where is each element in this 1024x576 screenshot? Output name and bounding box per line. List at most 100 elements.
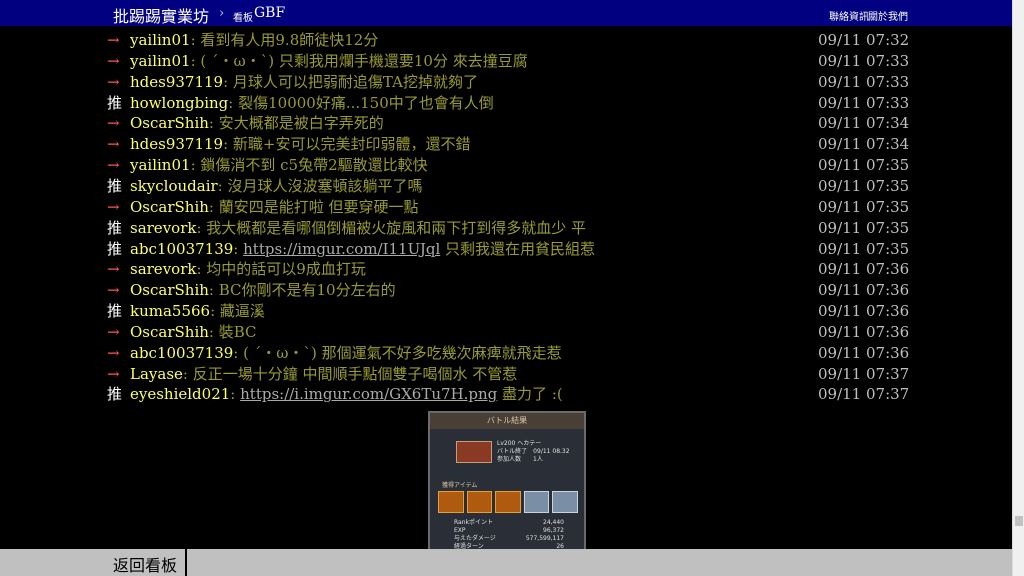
stat-value: 96,372 — [543, 527, 564, 534]
top-bar: 批踢踢實業坊 › 看板 GBF 聯絡資訊 關於我們 — [0, 0, 1012, 26]
reward-items — [438, 491, 578, 513]
push-userid: yailin01: 看到有人用9.8師徒快12分 — [130, 30, 378, 51]
push-datetime: 09/11 07:35 — [818, 176, 910, 195]
push-row: → yailin01: 看到有人用9.8師徒快12分 09/11 07:32 — [107, 30, 917, 51]
stat-row: Rankポイント 24,440 — [454, 519, 564, 527]
push-row: → hdes937119: 新職+安可以完美封印弱體，還不錯 09/11 07:34 — [107, 134, 917, 155]
scrollbar-thumb[interactable] — [1015, 516, 1023, 526]
preview-stats: Rankポイント 24,440 EXP 96,372 与えたダメージ 577,599,… — [454, 519, 564, 549]
push-userid: hdes937119: 月球人可以把弱耐追傷TA挖掉就夠了 — [130, 72, 478, 93]
push-arrow-tag: → — [107, 364, 120, 383]
push-content: : 蘭安四是能打啦 但要穿硬一點 — [208, 197, 419, 216]
board-name-link[interactable]: GBF — [254, 5, 285, 21]
vertical-scrollbar[interactable] — [1012, 0, 1024, 576]
push-up-tag: 推 — [107, 239, 123, 258]
push-content: : BC你剛不是有10分左右的 — [208, 281, 396, 300]
push-username: OscarShih — [130, 197, 209, 216]
site-logo-link[interactable]: 批踢踢實業坊 — [113, 3, 209, 27]
push-content: : 鎖傷消不到 c5兔帶2驅散還比較快 — [190, 156, 428, 175]
push-datetime: 09/11 07:36 — [818, 302, 910, 321]
push-userid: abc10037139: https://imgur.com/I11UJql 只… — [130, 239, 595, 260]
push-row: 推 eyeshield021: https://i.imgur.com/GX6Tu… — [107, 384, 917, 405]
bottom-bar: 返回看板 — [0, 549, 1012, 576]
push-userid: sarevork: 我大概都是看哪個倒楣被火旋風和兩下打到得多就血少 平 — [130, 218, 586, 239]
push-datetime: 09/11 07:37 — [818, 364, 910, 383]
push-arrow-tag: → — [107, 114, 120, 133]
push-row: → OscarShih: BC你剛不是有10分左右的 09/11 07:36 — [107, 280, 917, 301]
preview-info-line: Lv200 ヘカテー — [497, 440, 542, 447]
push-row: 推 sarevork: 我大概都是看哪個倒楣被火旋風和兩下打到得多就血少 平 09/… — [107, 218, 917, 239]
reward-item-icon — [466, 491, 493, 513]
push-username: sarevork — [130, 218, 197, 237]
push-content: : 藏逼溪 — [210, 302, 265, 321]
push-row: 推 kuma5566: 藏逼溪 09/11 07:36 — [107, 301, 917, 322]
image-preview[interactable]: バトル結果 Lv200 ヘカテー バトル終了 09/11 08.32 参加人数 … — [428, 411, 586, 551]
push-arrow-tag: → — [107, 31, 120, 49]
push-row: 推 abc10037139: https://imgur.com/I11UJql … — [107, 239, 917, 260]
push-content: : 均中的話可以9成血打玩 — [196, 260, 366, 279]
push-username: kuma5566 — [130, 302, 211, 321]
board-label: 看板 — [233, 13, 253, 24]
push-arrow-tag: → — [107, 51, 120, 70]
push-datetime: 09/11 07:35 — [818, 197, 910, 216]
push-datetime: 09/11 07:36 — [818, 260, 910, 279]
push-link[interactable]: https://i.imgur.com/GX6Tu7H.png — [240, 385, 497, 403]
push-arrow-tag: → — [107, 135, 120, 154]
push-row: → OscarShih: 安大概都是被白字弄死的 09/11 07:34 — [107, 113, 917, 134]
push-username: hdes937119 — [130, 72, 224, 91]
push-datetime: 09/11 07:36 — [818, 322, 910, 341]
push-datetime: 09/11 07:36 — [818, 281, 910, 300]
push-content: : 看到有人用9.8師徒快12分 — [190, 31, 379, 49]
preview-info: Lv200 ヘカテー バトル終了 09/11 08.32 参加人数 1人 — [497, 440, 570, 464]
push-content: : 裂傷10000好痛...150中了也會有人倒 — [228, 93, 494, 112]
push-username: OscarShih — [130, 322, 209, 341]
push-row: 推 skycloudair: 沒月球人沒波塞頓該躺平了嗎 09/11 07:35 — [107, 176, 917, 197]
contact-link[interactable]: 聯絡資訊 — [829, 8, 869, 23]
push-content: : 反正一場十分鐘 中間順手點個雙子喝個水 不管惹 — [182, 364, 518, 383]
about-link[interactable]: 關於我們 — [868, 8, 908, 23]
push-userid: kuma5566: 藏逼溪 — [130, 301, 265, 322]
reward-item-icon — [438, 491, 464, 513]
bottom-separator — [185, 549, 187, 576]
push-userid: eyeshield021: https://i.imgur.com/GX6Tu7… — [130, 384, 563, 405]
push-datetime: 09/11 07:37 — [818, 385, 910, 404]
reward-item-icon — [523, 491, 550, 513]
push-content: : 我大概都是看哪個倒楣被火旋風和兩下打到得多就血少 平 — [196, 218, 587, 237]
push-row: → OscarShih: 蘭安四是能打啦 但要穿硬一點 09/11 07:35 — [107, 197, 917, 218]
push-username: OscarShih — [130, 281, 209, 300]
push-content: : ( ´・ω・`) 那個運氣不好多吃幾次麻痺就飛走惹 — [233, 343, 562, 362]
push-link[interactable]: https://imgur.com/I11UJql — [243, 240, 440, 258]
push-row: 推 howlongbing: 裂傷10000好痛...150中了也會有人倒 09/1… — [107, 93, 917, 114]
push-content: : 新職+安可以完美封印弱體，還不錯 — [223, 135, 471, 154]
push-userid: yailin01: 鎖傷消不到 c5兔帶2驅散還比較快 — [130, 155, 428, 176]
push-arrow-tag: → — [107, 156, 120, 175]
push-username: sarevork — [130, 260, 197, 279]
stat-row: EXP 96,372 — [454, 527, 564, 535]
push-datetime: 09/11 07:33 — [818, 72, 910, 91]
push-username: eyeshield021 — [130, 385, 231, 404]
push-datetime: 09/11 07:34 — [818, 114, 910, 133]
push-userid: hdes937119: 新職+安可以完美封印弱體，還不錯 — [130, 134, 471, 155]
push-arrow-tag: → — [107, 72, 120, 91]
push-username: howlongbing — [130, 93, 229, 112]
push-username: OscarShih — [130, 114, 209, 133]
boss-thumbnail — [456, 441, 492, 463]
back-to-board-button[interactable]: 返回看板 — [113, 552, 177, 576]
push-content: : ( ´・ω・`) 只剩我用爛手機還要10分 來去撞豆腐 — [190, 51, 528, 70]
push-up-tag: 推 — [107, 385, 123, 404]
push-up-tag: 推 — [107, 218, 123, 237]
push-up-tag: 推 — [107, 93, 123, 112]
stat-value: 577,599,117 — [525, 535, 564, 542]
push-arrow-tag: → — [107, 281, 120, 300]
push-up-tag: 推 — [107, 302, 123, 321]
push-datetime: 09/11 07:35 — [818, 239, 910, 258]
push-row: → yailin01: 鎖傷消不到 c5兔帶2驅散還比較快 09/11 07:35 — [107, 155, 917, 176]
push-datetime: 09/11 07:35 — [818, 156, 910, 175]
push-username: skycloudair — [130, 176, 218, 195]
push-arrow-tag: → — [107, 343, 120, 362]
push-up-tag: 推 — [107, 176, 123, 195]
reward-item-icon — [495, 491, 521, 513]
preview-info-line: 参加人数 1人 — [497, 456, 543, 463]
push-content: : 裝BC — [208, 322, 257, 341]
push-content: : 安大概都是被白字弄死的 — [208, 114, 384, 133]
